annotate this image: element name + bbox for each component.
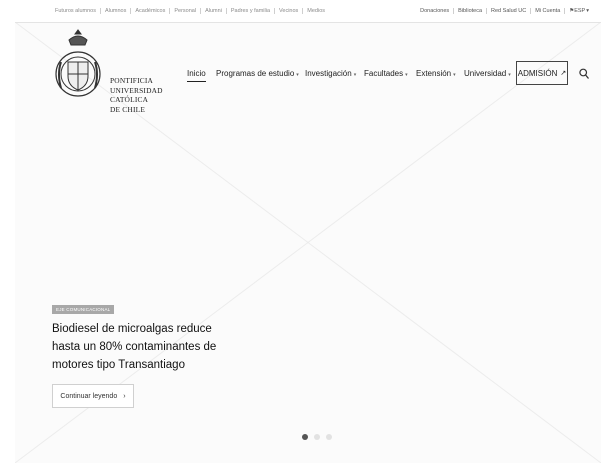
utility-link-padres[interactable]: Padres y familia [227,8,276,14]
nav-item-extension[interactable]: Extensión ▾ [416,69,456,78]
hero-headline: Biodiesel de microalgas reduce hasta un … [52,323,217,371]
utility-link-medios[interactable]: Medios [303,8,329,14]
utility-link-alumni[interactable]: Alumni [201,8,227,14]
admision-button[interactable]: ADMISIÓN ↗ [516,61,568,85]
utility-link-alumnos[interactable]: Alumnos [101,8,132,14]
utility-link-donaciones[interactable]: Donaciones [416,8,455,14]
utility-link-vecinos[interactable]: Vecinos [275,8,304,14]
utility-link-red-salud[interactable]: Red Salud UC [487,8,532,14]
utility-link-personal[interactable]: Personal [170,8,202,14]
university-crest-logo[interactable] [53,28,103,104]
main-nav: Inicio Programas de estudio ▾ Investigaci… [15,69,601,87]
site-header: PONTIFICIA UNIVERSIDAD CATÓLICA DE CHILE… [15,22,601,114]
nav-item-universidad[interactable]: Universidad ▾ [464,69,511,78]
language-selector[interactable]: ⚑ESP▾ [565,8,593,14]
chevron-right-icon: › [123,392,126,400]
chevron-down-icon: ▾ [296,72,299,78]
utility-link-biblioteca[interactable]: Biblioteca [454,8,488,14]
nav-item-programas[interactable]: Programas de estudio ▾ [216,69,299,78]
carousel-pagination [302,434,332,440]
chevron-down-icon: ▾ [586,8,589,14]
chevron-down-icon: ▾ [453,72,456,78]
utility-link-futuros-alumnos[interactable]: Futuros alumnos [51,8,101,14]
utility-link-mi-cuenta[interactable]: Mi Cuenta [531,8,566,14]
carousel-dot[interactable] [302,434,308,440]
nav-item-inicio[interactable]: Inicio [187,69,206,82]
category-tag: EJE COMUNICACIONAL [52,305,115,314]
chevron-down-icon: ▾ [405,72,408,78]
utility-bar: Futuros alumnos Alumnos Académicos Perso… [15,0,601,23]
nav-item-facultades[interactable]: Facultades ▾ [364,69,408,78]
nav-item-investigacion[interactable]: Investigación ▾ [305,69,356,78]
chevron-down-icon: ▾ [508,72,511,78]
external-link-icon: ↗ [560,70,567,77]
search-icon[interactable] [579,68,589,80]
utility-link-academicos[interactable]: Académicos [131,8,171,14]
continue-reading-button[interactable]: Continuar leyendo › [52,384,134,408]
carousel-dot[interactable] [326,434,332,440]
carousel-dot[interactable] [314,434,320,440]
chevron-down-icon: ▾ [353,72,357,78]
